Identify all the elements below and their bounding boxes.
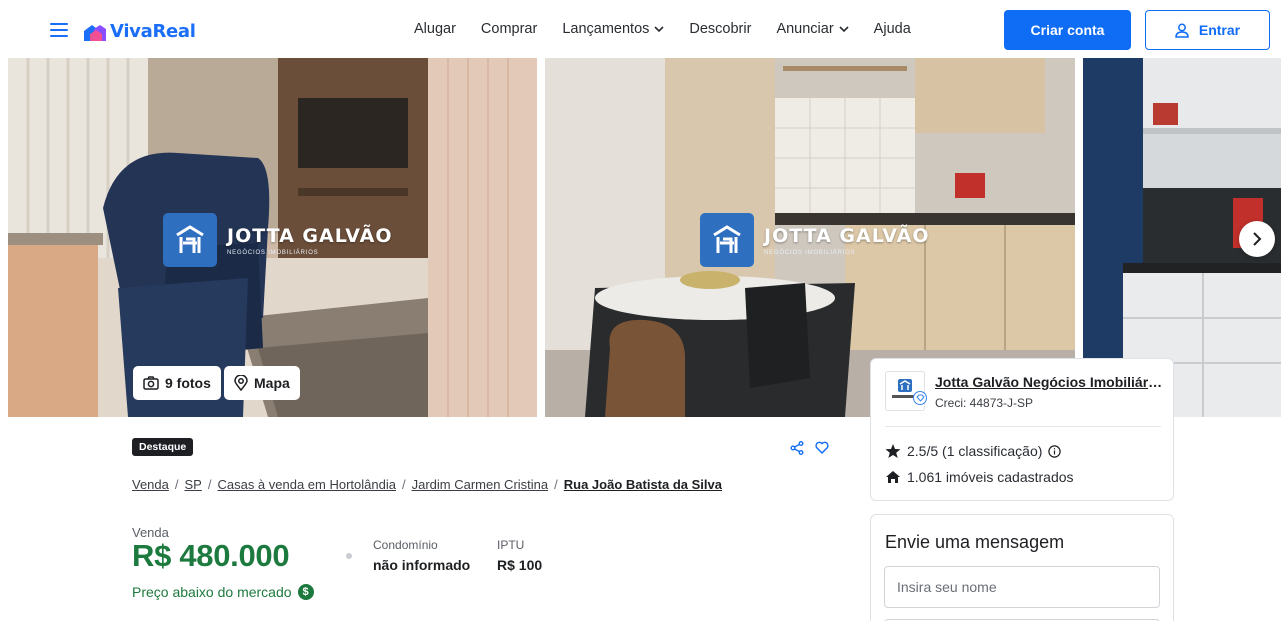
nav-alugar[interactable]: Alugar bbox=[414, 21, 456, 37]
nav-label: Descobrir bbox=[689, 21, 752, 37]
login-label: Entrar bbox=[1198, 22, 1241, 38]
nav-label: Lançamentos bbox=[562, 21, 650, 37]
condo-label: Condomínio bbox=[373, 538, 438, 552]
below-market-indicator[interactable]: Preço abaixo do mercado $ bbox=[132, 584, 314, 600]
watermark-title: JOTTA GALVÃO bbox=[227, 224, 393, 247]
photos-button[interactable]: 9 fotos bbox=[133, 366, 221, 400]
breadcrumb-separator: / bbox=[207, 477, 212, 492]
main-nav: Alugar Comprar Lançamentos Descobrir Anu… bbox=[414, 21, 911, 37]
map-label: Mapa bbox=[254, 375, 290, 391]
nav-ajuda[interactable]: Ajuda bbox=[874, 21, 911, 37]
top-header: VivaReal Alugar Comprar Lançamentos Desc… bbox=[0, 0, 1281, 58]
breadcrumb-separator: / bbox=[401, 477, 406, 492]
breadcrumb: Venda / SP / Casas à venda em Hortolândia /… bbox=[132, 477, 722, 492]
highlight-badge: Destaque bbox=[132, 438, 194, 456]
breadcrumb-separator: / bbox=[554, 477, 558, 492]
divider bbox=[885, 426, 1161, 427]
agent-creci: Creci: 44873-J-SP bbox=[935, 396, 1034, 410]
star-icon bbox=[885, 444, 901, 458]
watermark-subtitle: NEGÓCIOS IMOBILIÁRIOS bbox=[227, 249, 319, 256]
rating-text: 2.5/5 (1 classificação) bbox=[907, 443, 1043, 459]
chevron-down-icon bbox=[654, 26, 664, 32]
dollar-icon: $ bbox=[297, 584, 314, 600]
logo[interactable]: VivaReal bbox=[82, 21, 196, 42]
agent-rating: 2.5/5 (1 classificação) bbox=[885, 443, 1062, 459]
nav-label: Anunciar bbox=[776, 21, 834, 37]
separator-dot bbox=[346, 553, 352, 559]
breadcrumb-state[interactable]: SP bbox=[185, 477, 202, 492]
message-title: Envie uma mensagem bbox=[885, 532, 1065, 552]
below-market-label: Preço abaixo do mercado bbox=[132, 584, 292, 600]
login-button[interactable]: Entrar bbox=[1145, 10, 1270, 50]
create-account-button[interactable]: Criar conta bbox=[1004, 10, 1131, 50]
watermark-subtitle: NEGÓCIOS IMOBILIÁRIOS bbox=[764, 249, 856, 256]
nav-label: Alugar bbox=[414, 21, 456, 37]
nav-descobrir[interactable]: Descobrir bbox=[689, 21, 751, 37]
photo-living-room[interactable]: JOTTA GALVÃO NEGÓCIOS IMOBILIÁRIOS bbox=[8, 58, 537, 417]
user-icon bbox=[1175, 23, 1189, 38]
breadcrumb-city[interactable]: Casas à venda em Hortolândia bbox=[217, 477, 396, 492]
breadcrumb-venda[interactable]: Venda bbox=[132, 477, 169, 492]
agent-listings: 1.061 imóveis cadastrados bbox=[885, 469, 1074, 485]
chevron-right-icon bbox=[1253, 232, 1262, 246]
camera-icon bbox=[143, 376, 159, 390]
map-pin-icon bbox=[234, 375, 248, 391]
breadcrumb-separator: / bbox=[174, 477, 179, 492]
logo-text: VivaReal bbox=[110, 21, 196, 42]
watermark: JOTTA GALVÃO NEGÓCIOS IMOBILIÁRIOS bbox=[700, 213, 929, 267]
map-button[interactable]: Mapa bbox=[224, 366, 300, 400]
agent-name[interactable]: Jotta Galvão Negócios Imobiliários bbox=[935, 374, 1165, 390]
nav-lancamentos[interactable]: Lançamentos bbox=[562, 21, 664, 37]
listings-text: 1.061 imóveis cadastrados bbox=[907, 469, 1074, 485]
condo-value: não informado bbox=[373, 557, 471, 573]
watermark-logo-icon bbox=[700, 213, 754, 267]
heart-icon[interactable] bbox=[815, 441, 829, 454]
info-icon[interactable] bbox=[1048, 444, 1062, 458]
breadcrumb-street[interactable]: Rua João Batista da Silva bbox=[564, 477, 722, 492]
price: R$ 480.000 bbox=[132, 538, 290, 573]
watermark: JOTTA GALVÃO NEGÓCIOS IMOBILIÁRIOS bbox=[163, 213, 392, 267]
menu-icon[interactable] bbox=[50, 23, 68, 37]
nav-label: Ajuda bbox=[873, 21, 911, 37]
iptu-label: IPTU bbox=[497, 538, 525, 552]
nav-anunciar[interactable]: Anunciar bbox=[776, 21, 849, 37]
watermark-logo-icon bbox=[163, 213, 217, 267]
watermark-title: JOTTA GALVÃO bbox=[764, 224, 930, 247]
chevron-down-icon bbox=[839, 26, 849, 32]
verified-icon bbox=[913, 391, 927, 405]
logo-icon bbox=[84, 24, 106, 41]
nav-comprar[interactable]: Comprar bbox=[481, 21, 537, 37]
share-icon[interactable] bbox=[790, 441, 804, 455]
photos-count: 9 fotos bbox=[165, 375, 211, 391]
next-photo-button[interactable] bbox=[1239, 221, 1275, 257]
house-icon bbox=[886, 471, 900, 483]
agent-card: Jotta Galvão Negócios Imobiliários Creci… bbox=[870, 358, 1174, 501]
iptu-value: R$ 100 bbox=[497, 557, 543, 573]
name-input[interactable] bbox=[884, 566, 1160, 608]
nav-label: Comprar bbox=[480, 21, 538, 37]
message-card: Envie uma mensagem bbox=[870, 514, 1174, 621]
breadcrumb-neighborhood[interactable]: Jardim Carmen Cristina bbox=[412, 477, 549, 492]
